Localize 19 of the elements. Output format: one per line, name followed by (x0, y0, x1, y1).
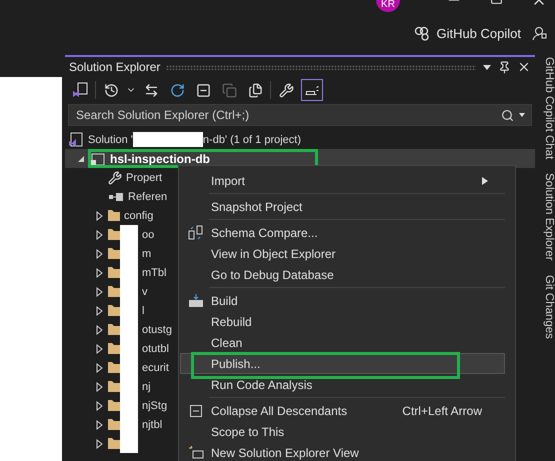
tree-item-label: otutbl (142, 342, 169, 354)
tree-item-label: m (142, 248, 152, 260)
tree-item-label: ecurit (142, 362, 169, 374)
tree-item-label: otustg (142, 324, 172, 336)
tree-item-label: oo (142, 228, 154, 240)
tree-item-label: mTbl (142, 266, 166, 278)
solution-name-end: n-db' (1 of 1 project) (202, 134, 302, 146)
tree-item-label: l (142, 304, 144, 316)
tree-item-label: config (124, 210, 154, 222)
tree-item-label: njStg (142, 400, 168, 412)
panel-title: Solution Explorer (69, 60, 160, 74)
tree-item-label: nj (142, 380, 151, 392)
tree-item-label: Propert (126, 172, 162, 184)
tree-item-label: v (142, 286, 148, 298)
solution-name-start: Solution ' (88, 134, 133, 146)
tree-item-label: njtbl (142, 418, 162, 430)
tree-item-label: hsl-inspection-db (110, 152, 210, 166)
shortcut-text: Ctrl+Left Arrow (402, 404, 482, 418)
tree-item-label: Referen (128, 190, 168, 202)
